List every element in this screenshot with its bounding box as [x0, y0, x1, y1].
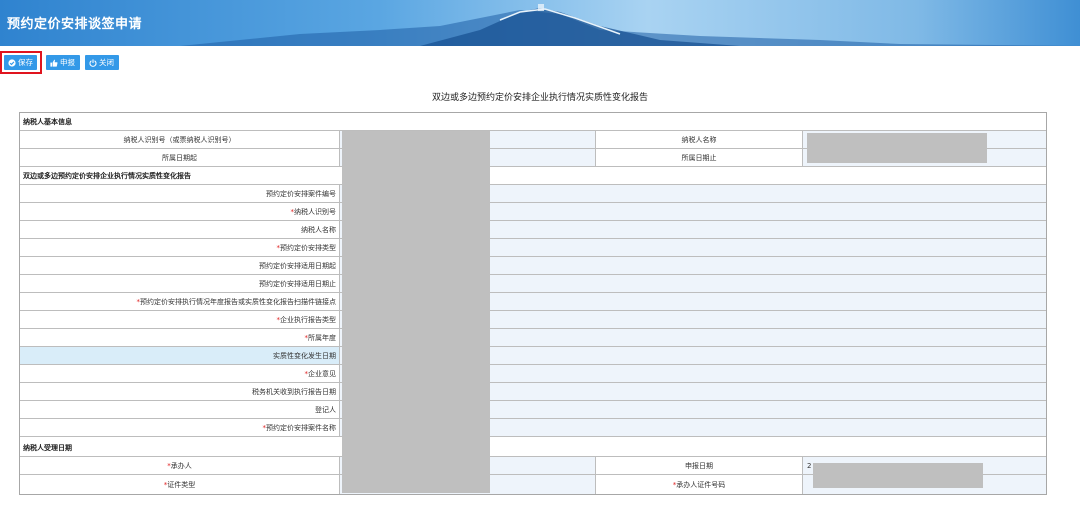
- field-label: * 企业执行报告类型: [20, 311, 340, 328]
- field-label-text: 预约定价安排案件编号: [266, 189, 336, 198]
- field-label-text: 预约定价安排适用日期起: [259, 261, 336, 270]
- field-label: 预约定价安排适用日期止: [20, 275, 340, 292]
- field-row: 登记人: [20, 401, 1046, 419]
- field-row: 预约定价安排适用日期止: [20, 275, 1046, 293]
- field-label: * 预约定价安排执行情况年度报告或实质性变化报告扫描件链接点: [20, 293, 340, 310]
- thumbs-up-icon: [50, 59, 58, 67]
- field-label: 实质性变化发生日期: [20, 347, 340, 364]
- close-button[interactable]: 关闭: [85, 55, 119, 70]
- section-title: 纳税人基本信息: [23, 117, 72, 126]
- great-wall-illustration: [180, 4, 1080, 46]
- taxpayer-id-label: 纳税人识别号（或票纳税人识别号）: [20, 131, 340, 148]
- field-label-text: 实质性变化发生日期: [273, 351, 336, 360]
- submit-button[interactable]: 申报: [46, 55, 80, 70]
- field-label: 税务机关收到执行报告日期: [20, 383, 340, 400]
- field-row: * 预约定价安排类型: [20, 239, 1046, 257]
- field-label-text: 税务机关收到执行报告日期: [252, 387, 336, 396]
- page-title: 预约定价安排谈签申请: [7, 17, 143, 32]
- redaction-block: [807, 133, 987, 163]
- section-header-report: 双边或多边预约定价安排企业执行情况实质性变化报告: [20, 167, 1046, 185]
- id-number-label: * 承办人证件号码: [596, 475, 803, 494]
- submit-label: 申报: [60, 58, 75, 67]
- field-row: 实质性变化发生日期: [20, 347, 1046, 365]
- period-start-label: 所属日期起: [20, 149, 340, 166]
- redaction-block: [342, 131, 490, 493]
- report-date-label: 申报日期: [596, 457, 803, 474]
- field-row: * 预约定价安排案件名称: [20, 419, 1046, 437]
- save-button[interactable]: 保存: [4, 55, 37, 70]
- field-row: * 企业执行报告类型: [20, 311, 1046, 329]
- period-end-label: 所属日期止: [596, 149, 803, 166]
- section-title: 双边或多边预约定价安排企业执行情况实质性变化报告: [23, 171, 191, 180]
- field-label-text: 预约定价安排类型: [280, 243, 336, 252]
- field-row: 纳税人名称: [20, 221, 1046, 239]
- id-number-label-text: 承办人证件号码: [676, 480, 726, 489]
- section-header-handling: 纳税人受理日期: [20, 439, 1046, 457]
- field-label: * 预约定价安排案件名称: [20, 419, 340, 436]
- field-label: 预约定价安排适用日期起: [20, 257, 340, 274]
- field-label: * 预约定价安排类型: [20, 239, 340, 256]
- field-row: * 纳税人识别号: [20, 203, 1046, 221]
- field-label-text: 登记人: [315, 405, 336, 414]
- redaction-block: [813, 463, 983, 488]
- field-label-text: 预约定价安排案件名称: [266, 423, 336, 432]
- save-label: 保存: [18, 58, 33, 67]
- field-row: 税务机关收到执行报告日期: [20, 383, 1046, 401]
- form-title: 双边或多边预约定价安排企业执行情况实质性变化报告: [431, 93, 648, 103]
- field-label: 纳税人名称: [20, 221, 340, 238]
- field-row: 预约定价安排适用日期起: [20, 257, 1046, 275]
- field-label-text: 纳税人名称: [301, 225, 336, 234]
- field-label-text: 预约定价安排执行情况年度报告或实质性变化报告扫描件链接点: [140, 297, 336, 306]
- field-label-text: 所属年度: [308, 333, 336, 342]
- field-label-text: 预约定价安排适用日期止: [259, 279, 336, 288]
- field-label: * 纳税人识别号: [20, 203, 340, 220]
- field-label-text: 企业执行报告类型: [280, 315, 336, 324]
- field-label: * 企业意见: [20, 365, 340, 382]
- section-header-basic: 纳税人基本信息: [20, 113, 1046, 131]
- id-type-label: * 证件类型: [20, 475, 340, 494]
- check-circle-icon: [8, 58, 16, 67]
- power-icon: [89, 58, 97, 67]
- handler-label-text: 承办人: [170, 461, 192, 470]
- field-label: 登记人: [20, 401, 340, 418]
- taxpayer-name-label: 纳税人名称: [596, 131, 803, 148]
- handler-label: * 承办人: [20, 457, 340, 474]
- close-label: 关闭: [99, 58, 114, 67]
- id-type-label-text: 证件类型: [167, 480, 196, 489]
- field-label-text: 企业意见: [308, 369, 336, 378]
- field-row: * 所属年度: [20, 329, 1046, 347]
- field-row: 预约定价安排案件编号: [20, 185, 1046, 203]
- field-label: 预约定价安排案件编号: [20, 185, 340, 202]
- title-banner: 预约定价安排谈签申请: [0, 0, 1080, 46]
- field-row: * 预约定价安排执行情况年度报告或实质性变化报告扫描件链接点: [20, 293, 1046, 311]
- field-row: * 企业意见: [20, 365, 1046, 383]
- section-title: 纳税人受理日期: [23, 443, 72, 452]
- field-label: * 所属年度: [20, 329, 340, 346]
- field-label-text: 纳税人识别号: [294, 207, 336, 216]
- report-form: 纳税人基本信息 纳税人识别号（或票纳税人识别号） 纳税人名称 所属日期起 所属日…: [19, 112, 1047, 495]
